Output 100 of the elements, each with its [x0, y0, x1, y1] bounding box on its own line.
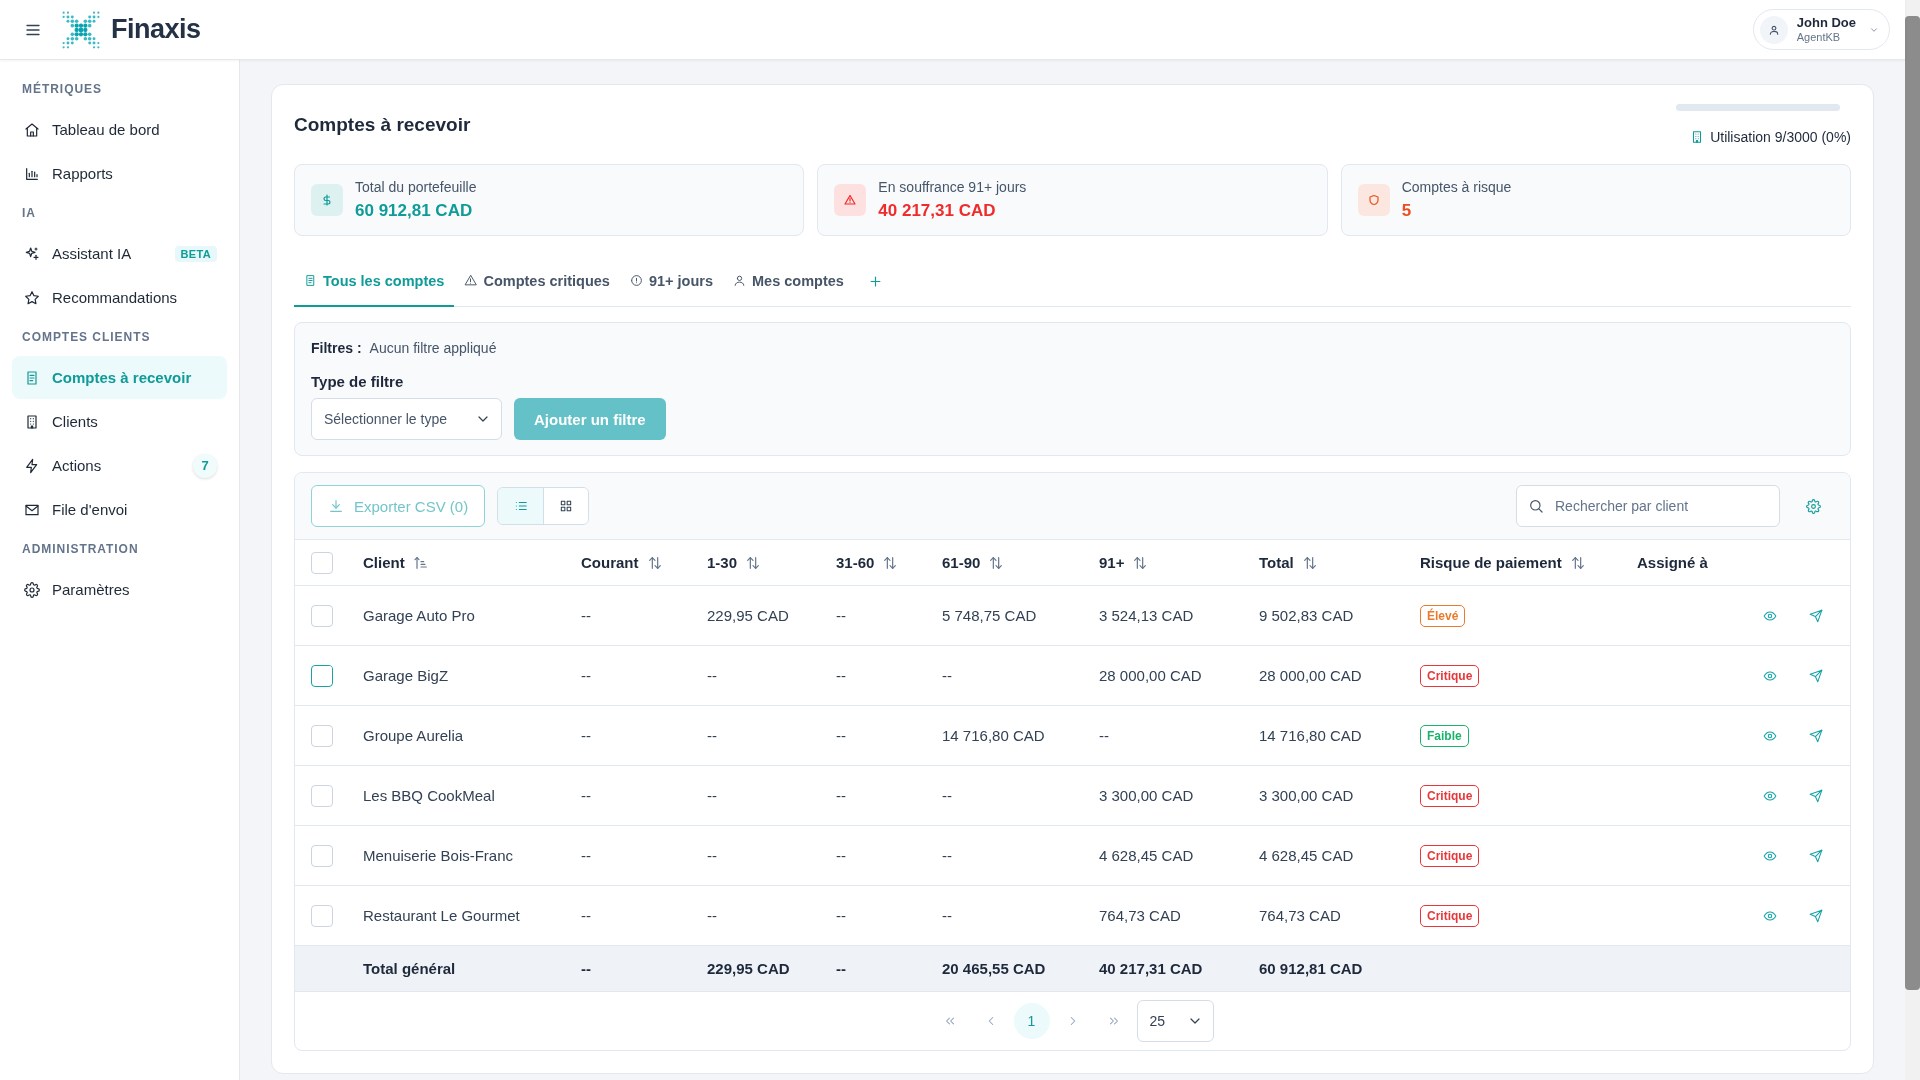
table-cell: 9 502,83 CAD — [1259, 607, 1354, 624]
view-button[interactable] — [1763, 788, 1777, 803]
table-cell: -- — [707, 787, 717, 804]
search-field[interactable]: Rechercher par client — [1516, 485, 1780, 527]
send-button[interactable] — [1809, 848, 1823, 863]
checkbox[interactable] — [311, 724, 333, 747]
filter-label: Filtres : — [311, 339, 362, 358]
settings-button[interactable] — [1806, 498, 1821, 514]
table-cell: 4 628,45 CAD — [1259, 847, 1354, 864]
column-header: Assigné à — [1637, 554, 1708, 571]
sidebar-item[interactable]: Paramètres — [12, 568, 227, 611]
table-cell: Menuiserie Bois-Franc — [363, 847, 514, 864]
tab[interactable]: Mes comptes — [723, 256, 854, 307]
grid-view-button[interactable] — [543, 488, 589, 524]
send-icon — [1809, 668, 1823, 683]
risk-badge: Faible — [1420, 724, 1469, 747]
page-size-select[interactable]: 25 — [1136, 1000, 1214, 1042]
eye-icon — [1763, 788, 1777, 803]
eye-icon — [1763, 608, 1777, 623]
view-button[interactable] — [1763, 608, 1777, 623]
send-button[interactable] — [1809, 608, 1823, 623]
column-header[interactable]: 61-90 — [942, 554, 1005, 571]
send-button[interactable] — [1809, 788, 1823, 803]
risk-badge: Élevé — [1420, 604, 1466, 627]
sort-icon — [745, 554, 762, 571]
user-menu[interactable]: John Doe AgentKB — [1752, 9, 1890, 50]
sidebar-item[interactable]: Recommandations — [12, 276, 227, 319]
tab[interactable]: Comptes critiques — [454, 256, 620, 307]
checkbox[interactable] — [311, 904, 333, 927]
settings-icon — [24, 581, 40, 598]
scrollbar[interactable] — [1905, 0, 1920, 1080]
stat-label: Comptes à risque — [1401, 179, 1512, 196]
table-cell: 14 716,80 CAD — [942, 727, 1045, 744]
table-cell: 229,95 CAD — [707, 607, 789, 624]
view-button[interactable] — [1763, 908, 1777, 923]
table-cell: -- — [581, 667, 591, 684]
sidebar-item[interactable]: Assistant IA BETA — [12, 232, 227, 275]
brand-name: Finaxis — [111, 14, 201, 45]
eye-icon — [1763, 848, 1777, 863]
sidebar-item[interactable]: Actions 7 — [12, 444, 227, 487]
column-header[interactable]: Client — [363, 554, 429, 571]
column-header[interactable]: Risque de paiement — [1420, 554, 1586, 571]
column-header[interactable]: 91+ — [1099, 554, 1149, 571]
checkbox[interactable] — [311, 551, 333, 574]
document-icon — [24, 369, 40, 386]
sort-ascending-icon — [412, 554, 429, 571]
checkbox[interactable] — [311, 604, 333, 627]
sort-icon — [882, 554, 899, 571]
table-cell: 4 628,45 CAD — [1099, 847, 1194, 864]
table-cell: -- — [707, 907, 717, 924]
table-cell: 3 300,00 CAD — [1099, 787, 1194, 804]
tab[interactable]: 91+ jours — [619, 256, 723, 307]
send-icon — [1809, 728, 1823, 743]
eye-icon — [1763, 728, 1777, 743]
sidebar-item[interactable]: File d'envoi — [12, 488, 227, 531]
sort-icon — [646, 554, 663, 571]
table-cell: Les BBQ CookMeal — [363, 787, 495, 804]
sort-icon — [1301, 554, 1318, 571]
sort-icon — [988, 554, 1005, 571]
risk-badge: Critique — [1420, 664, 1480, 687]
table-cell: Groupe Aurelia — [363, 727, 464, 744]
column-header[interactable]: 1-30 — [707, 554, 762, 571]
dollar-icon — [311, 184, 343, 216]
table-cell: -- — [836, 787, 846, 804]
usage-text: Utilisation 9/3000 (0%) — [1710, 129, 1851, 145]
eye-icon — [1763, 668, 1777, 683]
send-button[interactable] — [1809, 728, 1823, 743]
sidebar-item[interactable]: Rapports — [12, 152, 227, 195]
send-button[interactable] — [1809, 668, 1823, 683]
total-cell: -- — [581, 960, 591, 977]
column-header[interactable]: Courant — [581, 554, 663, 571]
view-button[interactable] — [1763, 668, 1777, 683]
table-cell: 14 716,80 CAD — [1259, 727, 1362, 744]
grid-icon — [559, 499, 574, 513]
table-cell: -- — [836, 667, 846, 684]
checkbox[interactable] — [311, 784, 333, 807]
section-title: COMPTES CLIENTS — [21, 329, 152, 346]
table-cell: -- — [836, 607, 846, 624]
sidebar-item[interactable]: Clients — [12, 400, 227, 443]
column-header[interactable]: Total — [1259, 554, 1318, 571]
send-icon — [1809, 908, 1823, 923]
field-label: Type de filtre — [311, 373, 404, 390]
view-button[interactable] — [1763, 728, 1777, 743]
view-button[interactable] — [1763, 848, 1777, 863]
table-cell: -- — [707, 667, 717, 684]
send-button[interactable] — [1809, 908, 1823, 923]
home-icon — [24, 121, 40, 138]
column-header[interactable]: 31-60 — [836, 554, 899, 571]
page-title: Comptes à recevoir — [294, 114, 471, 136]
table-cell: -- — [836, 727, 846, 744]
sort-icon — [1569, 554, 1586, 571]
beta-tag: BETA — [174, 245, 217, 262]
filter-type-select[interactable]: Sélectionner le type — [311, 398, 502, 440]
table-cell: Garage Auto Pro — [363, 607, 475, 624]
sidebar-item[interactable]: Tableau de bord — [12, 108, 227, 151]
table-cell: 764,73 CAD — [1259, 907, 1341, 924]
total-cell: 229,95 CAD — [707, 960, 790, 977]
logo-icon — [62, 10, 100, 49]
send-icon — [1809, 788, 1823, 803]
checkbox[interactable] — [311, 844, 333, 867]
